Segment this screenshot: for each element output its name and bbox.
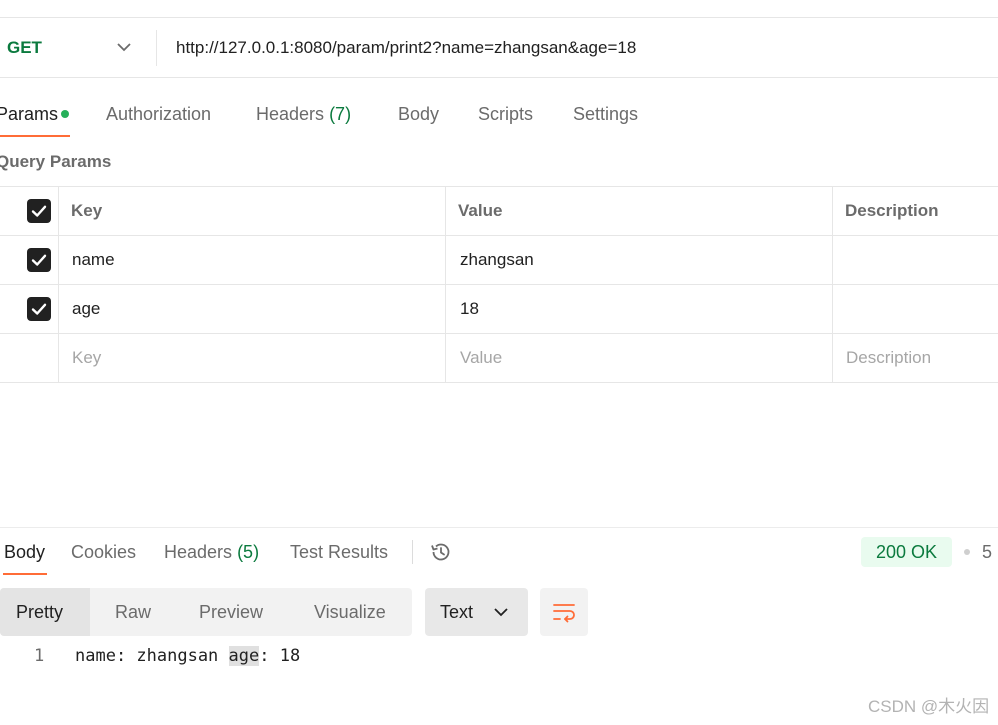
column-header-value: Value (458, 201, 503, 220)
column-header-description: Description (845, 201, 939, 220)
response-time[interactable]: 5 (982, 538, 992, 566)
param-value-cell[interactable]: 18 (460, 285, 479, 333)
check-icon (31, 254, 47, 266)
response-body-line[interactable]: name: zhangsan age: 18 (75, 644, 300, 668)
param-description-cell[interactable] (846, 285, 996, 333)
code-text-highlight: age (228, 646, 260, 666)
select-all-checkbox[interactable] (27, 199, 51, 223)
response-tab-cookies[interactable]: Cookies (71, 538, 136, 566)
row-checkbox[interactable] (27, 297, 51, 321)
tab-headers[interactable]: Headers (7) (256, 100, 351, 128)
response-tab-headers-count: (5) (237, 542, 260, 562)
tab-params[interactable]: Params (0, 100, 58, 128)
format-tab-raw[interactable]: Raw (115, 588, 151, 636)
status-separator-dot (964, 549, 970, 555)
format-tab-pretty[interactable]: Pretty (16, 588, 63, 636)
status-badge[interactable]: 200 OK (861, 537, 952, 567)
query-params-title: Query Params (0, 152, 112, 171)
table-border (0, 382, 998, 383)
body-type-label: Text (440, 602, 474, 622)
url-divider (156, 30, 157, 66)
new-description-input[interactable]: Description (846, 334, 931, 382)
tab-settings[interactable]: Settings (573, 100, 638, 128)
check-icon (31, 205, 47, 217)
active-tab-underline (3, 573, 47, 575)
column-divider (832, 186, 833, 382)
response-tab-headers-label: Headers (164, 542, 233, 562)
tab-body[interactable]: Body (398, 100, 439, 128)
wrap-lines-icon (553, 604, 575, 623)
active-tab-underline (0, 135, 70, 137)
format-tab-preview[interactable]: Preview (199, 588, 263, 636)
tab-authorization[interactable]: Authorization (106, 100, 211, 128)
column-divider (58, 186, 59, 382)
row-checkbox[interactable] (27, 248, 51, 272)
tab-scripts[interactable]: Scripts (478, 100, 533, 128)
new-value-input[interactable]: Value (460, 334, 502, 382)
method-select[interactable]: GET (7, 18, 42, 77)
check-icon (31, 303, 47, 315)
new-key-input[interactable]: Key (72, 334, 101, 382)
url-input[interactable]: http://127.0.0.1:8080/param/print2?name=… (176, 18, 636, 77)
chevron-down-icon[interactable] (115, 38, 133, 56)
tab-headers-label: Headers (256, 104, 325, 124)
code-text: : 18 (259, 646, 301, 666)
response-divider (0, 527, 998, 528)
column-header-key: Key (71, 201, 103, 220)
line-number: 1 (34, 646, 45, 666)
param-description-cell[interactable] (846, 236, 996, 284)
param-key-cell[interactable]: name (72, 236, 115, 284)
url-bar: GET http://127.0.0.1:8080/param/print2?n… (0, 17, 998, 78)
tab-separator (412, 540, 413, 564)
history-icon[interactable] (428, 539, 454, 565)
param-value-cell[interactable]: zhangsan (460, 236, 534, 284)
wrap-lines-button[interactable] (540, 588, 588, 636)
response-tab-body[interactable]: Body (4, 538, 45, 566)
response-tab-test-results[interactable]: Test Results (290, 538, 388, 566)
column-divider (445, 186, 446, 382)
code-text: name: zhangsan (75, 646, 229, 666)
format-tab-visualize[interactable]: Visualize (314, 588, 386, 636)
param-key-cell[interactable]: age (72, 285, 100, 333)
response-tab-headers[interactable]: Headers (5) (164, 538, 259, 566)
tab-headers-count: (7) (329, 104, 352, 124)
params-indicator-dot (61, 110, 69, 118)
watermark: CSDN @木火因 (868, 697, 990, 716)
chevron-down-icon (494, 608, 508, 617)
